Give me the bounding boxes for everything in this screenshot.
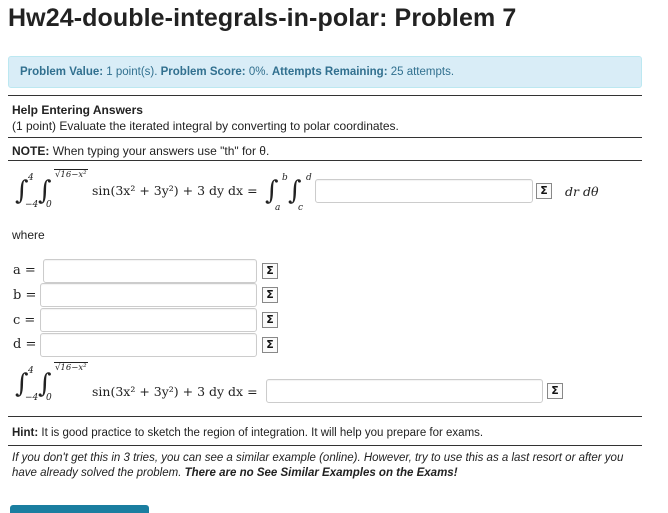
divider [8,416,642,417]
integral-value-input[interactable] [266,379,543,403]
outer-lower-limit: −4 [25,200,39,210]
polar-inner-upper-limit: d [306,173,312,183]
divider [8,445,642,446]
polar-inner-lower-limit: c [298,203,304,213]
inner-upper-limit: √16−x² [54,362,88,373]
outer-lower-limit: −4 [25,393,39,403]
var-label-c: c = [13,313,36,328]
b-input[interactable] [40,283,257,307]
a-input[interactable] [43,259,257,283]
note: NOTE: When typing your answers use "th" … [12,144,269,158]
equation-editor-icon[interactable]: Σ [536,183,552,199]
similar-example-note: If you don't get this in 3 tries, you ca… [12,451,642,481]
divider [8,137,642,138]
var-label-a: a = [13,263,36,278]
inner-lower-limit: 0 [46,393,52,403]
help-entering-answers-link[interactable]: Help Entering Answers [12,103,143,117]
note-text: When typing your answers use "th" for θ. [52,144,270,158]
equation-editor-icon[interactable]: Σ [262,312,278,328]
hint-text: It is good practice to sketch the region… [41,427,484,439]
hint: Hint: It is good practice to sketch the … [12,427,483,439]
problem-info-banner: Problem Value: 1 point(s). Problem Score… [8,56,642,88]
hint-label: Hint: [12,427,39,439]
submit-answers-button[interactable] [10,505,149,513]
attempts-remaining: 25 attempts. [390,66,455,78]
problem-score-label: Problem Score: [160,66,246,78]
problem-value: 1 point(s). [106,66,158,78]
where-label: where [12,228,45,242]
problem-score: 0%. [248,66,269,78]
integrand: sin(3x² + 3y²) + 3 dy dx = [92,384,258,399]
equation-editor-icon[interactable]: Σ [262,287,278,303]
problem-value-label: Problem Value: [20,66,104,78]
inner-upper-limit: √16−x² [54,169,88,180]
outer-upper-limit: 4 [28,366,34,376]
integrand: sin(3x² + 3y²) + 3 dy dx = [92,183,258,198]
c-input[interactable] [40,308,257,332]
var-label-b: b = [13,288,37,303]
equation-editor-icon[interactable]: Σ [547,383,563,399]
equation-editor-icon[interactable]: Σ [262,263,278,279]
integral-sign: ∫ [265,176,279,206]
var-label-d: d = [13,337,37,352]
differential-suffix: dr dθ [565,184,599,199]
equation-editor-icon[interactable]: Σ [262,337,278,353]
polar-outer-upper-limit: b [282,173,288,183]
polar-outer-lower-limit: a [275,203,281,213]
no-similar-examples-warning: There are no See Similar Examples on the… [184,467,458,479]
d-input[interactable] [40,333,257,357]
polar-integrand-input[interactable] [315,179,533,203]
divider [8,95,642,96]
attempts-label: Attempts Remaining: [271,66,388,78]
outer-upper-limit: 4 [28,173,34,183]
note-label: NOTE: [12,144,50,158]
problem-statement: (1 point) Evaluate the iterated integral… [12,119,399,133]
divider [8,160,642,161]
integral-sign: ∫ [288,176,302,206]
inner-lower-limit: 0 [46,200,52,210]
page-title: Hw24-double-integrals-in-polar: Problem … [8,4,517,32]
